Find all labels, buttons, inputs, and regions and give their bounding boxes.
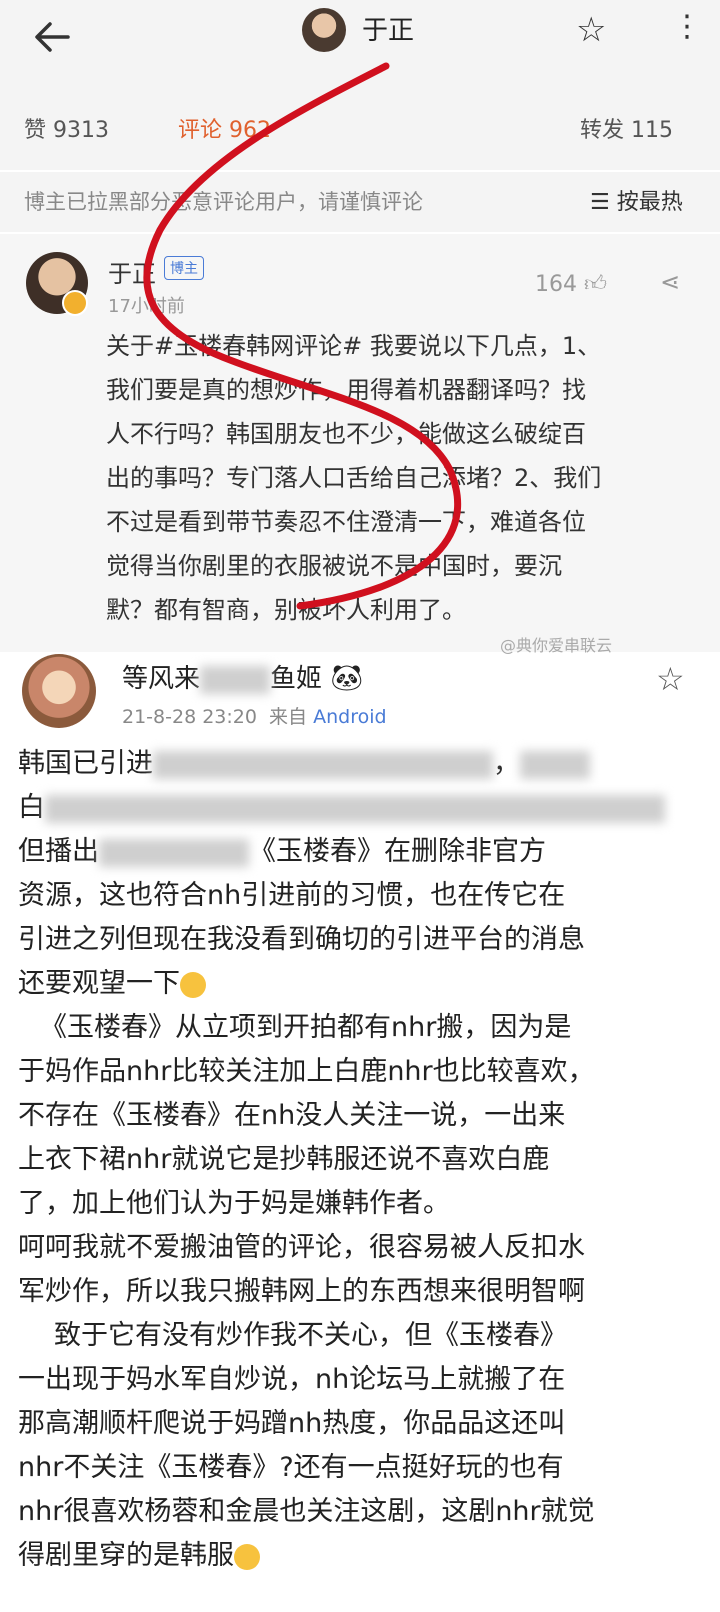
likes-label: 赞 [24, 118, 47, 143]
post-line: 呵呵我就不爱搬油管的评论，很容易被人反扣水 [18, 1232, 585, 1263]
thumbs-up-icon: 👍︎ [584, 272, 607, 297]
post-line: 《玉楼春》从立项到开拍都有nhr搬，因为是 [40, 1012, 572, 1043]
comment-line: 不过是看到带节奏忍不住澄清一下，难道各位 [106, 508, 586, 536]
emoji-icon [234, 1543, 260, 1570]
comment-line: 觉得当你剧里的衣服被说不是中国时，要沉 [106, 552, 562, 580]
post-line: 但播出 《玉楼春》在删除非官方 [18, 830, 708, 874]
blurred-text [520, 750, 590, 779]
blurred-text [153, 750, 493, 779]
notice-text: 博主已拉黑部分恶意评论用户，请谨慎评论 [24, 190, 423, 214]
post-line: nhr不关注《玉楼春》?还有一点挺好玩的也有 [18, 1452, 564, 1483]
comment-card: 于正 博主 17小时前 164 👍︎ ⋖ 关于#玉楼春韩网评论# 我要说以下几点… [0, 234, 720, 652]
more-icon[interactable]: ⋮ [672, 12, 702, 42]
post-line: 引进之列但现在我没看到确切的引进平台的消息 [18, 924, 585, 955]
comment-text: 关于#玉楼春韩网评论# 我要说以下几点，1、 我们要是真的想炒作，用得着机器翻译… [106, 324, 686, 632]
post-avatar[interactable] [22, 654, 96, 728]
post-line: 上衣下裙nhr就说它是抄韩服还说不喜欢白鹿 [18, 1144, 550, 1175]
post-source: Android [313, 706, 387, 728]
comment-like-button[interactable]: 164 👍︎ [535, 270, 607, 297]
comment-time: 17小时前 [108, 296, 185, 317]
blurred-text [45, 794, 665, 823]
post-line-text: 得剧里穿的是韩服 [18, 1540, 234, 1571]
post-line: 于妈作品nhr比较关注加上白鹿nhr也比较喜欢， [18, 1056, 595, 1087]
page-title: 于正 [362, 16, 415, 46]
comment-line: 出的事吗？专门落人口舌给自己添堵？2、我们 [106, 464, 602, 492]
emoji-icon [180, 971, 206, 998]
post-line-text: 但播出 [18, 836, 99, 867]
post: 等风来 鱼姬 🐼︎ ☆ 21-8-28 23:20 来自 Android 韩国已引… [0, 654, 720, 1612]
post-author-part: 鱼姬 [270, 664, 323, 694]
post-date: 21-8-28 23:20 [122, 706, 257, 728]
post-line: 得剧里穿的是韩服 [18, 1534, 708, 1578]
sort-button[interactable]: ☰ 按最热 [590, 184, 683, 216]
blurred-text [99, 838, 249, 867]
comment-line: 我们要是真的想炒作，用得着机器翻译吗？找 [106, 376, 586, 404]
comment-author[interactable]: 于正 [108, 254, 156, 289]
reposts-tab[interactable]: 转发 115 [580, 112, 673, 144]
reposts-count: 115 [631, 118, 674, 143]
sort-icon: ☰ [590, 190, 610, 215]
author-tag: 博主 [164, 256, 204, 280]
post-line: 致于它有没有炒作我不关心，但《玉楼春》 [54, 1320, 567, 1351]
post-line: 还要观望一下 [18, 962, 708, 1006]
avatar[interactable] [302, 8, 346, 52]
comment-line: 关于#玉楼春韩网评论# 我要说以下几点，1、 [106, 332, 602, 360]
post-line-text: 白 [18, 792, 45, 823]
post-line-text: 还要观望一下 [18, 968, 180, 999]
post-line: 那高潮顺杆爬说于妈蹭nh热度，你品品这还叫 [18, 1408, 566, 1439]
comments-tab[interactable]: 评论 962 [178, 112, 271, 144]
post-meta: 21-8-28 23:20 来自 Android [122, 702, 387, 729]
post-line: 了，加上他们认为于妈是嫌韩作者。 [18, 1188, 450, 1219]
share-icon[interactable]: ⋖ [660, 268, 680, 296]
post-line-text: 韩国已引进 [18, 748, 153, 779]
post-line: 白 [18, 786, 708, 830]
panda-icon: 🐼︎ [330, 664, 364, 694]
likes-count: 9313 [53, 118, 110, 143]
blurred-text [200, 665, 271, 694]
post-line: 韩国已引进， [18, 742, 708, 786]
comments-label: 评论 [178, 118, 223, 143]
post-author-part: 等风来 [122, 664, 201, 694]
post-line: nhr很喜欢杨蓉和金晨也关注这剧，这剧nhr就觉 [18, 1496, 595, 1527]
post-line: 军炒作，所以我只搬韩网上的东西想来很明智啊 [18, 1276, 585, 1307]
stats-bar: 赞 9313 评论 962 转发 115 [0, 90, 720, 170]
notice-bar: 博主已拉黑部分恶意评论用户，请谨慎评论 ☰ 按最热 [0, 172, 720, 232]
post-line: 不存在《玉楼春》在nh没人关注一说，一出来 [18, 1100, 566, 1131]
back-arrow-icon[interactable] [28, 12, 78, 62]
reposts-label: 转发 [580, 118, 625, 143]
watermark: @典你爱串联云 [500, 636, 613, 655]
post-source-prefix: 来自 [269, 706, 308, 728]
post-line: 资源，这也符合nh引进前的习惯，也在传它在 [18, 880, 566, 911]
star-icon[interactable]: ☆ [576, 10, 606, 50]
post-star-icon[interactable]: ☆ [656, 660, 685, 698]
verified-badge-icon [62, 290, 88, 316]
likes-tab[interactable]: 赞 9313 [24, 112, 109, 144]
post-line: 一出现于妈水军自炒说，nh论坛马上就搬了在 [18, 1364, 566, 1395]
comment-like-count: 164 [535, 272, 577, 297]
comment-line: 人不行吗？韩国朋友也不少，能做这么破绽百 [106, 420, 586, 448]
top-bar: 于正 ☆ ⋮ [0, 0, 720, 90]
sort-label: 按最热 [616, 190, 683, 215]
post-text: 韩国已引进， 白 但播出 《玉楼春》在删除非官方 资源，这也符合nh引进前的习惯，… [18, 742, 708, 1578]
comments-count: 962 [229, 118, 272, 143]
post-author[interactable]: 等风来 鱼姬 🐼︎ [122, 658, 363, 695]
comment-line: 默？都有智商，别被坏人利用了。 [106, 596, 466, 624]
post-line-text: 《玉楼春》在删除非官方 [249, 836, 546, 867]
